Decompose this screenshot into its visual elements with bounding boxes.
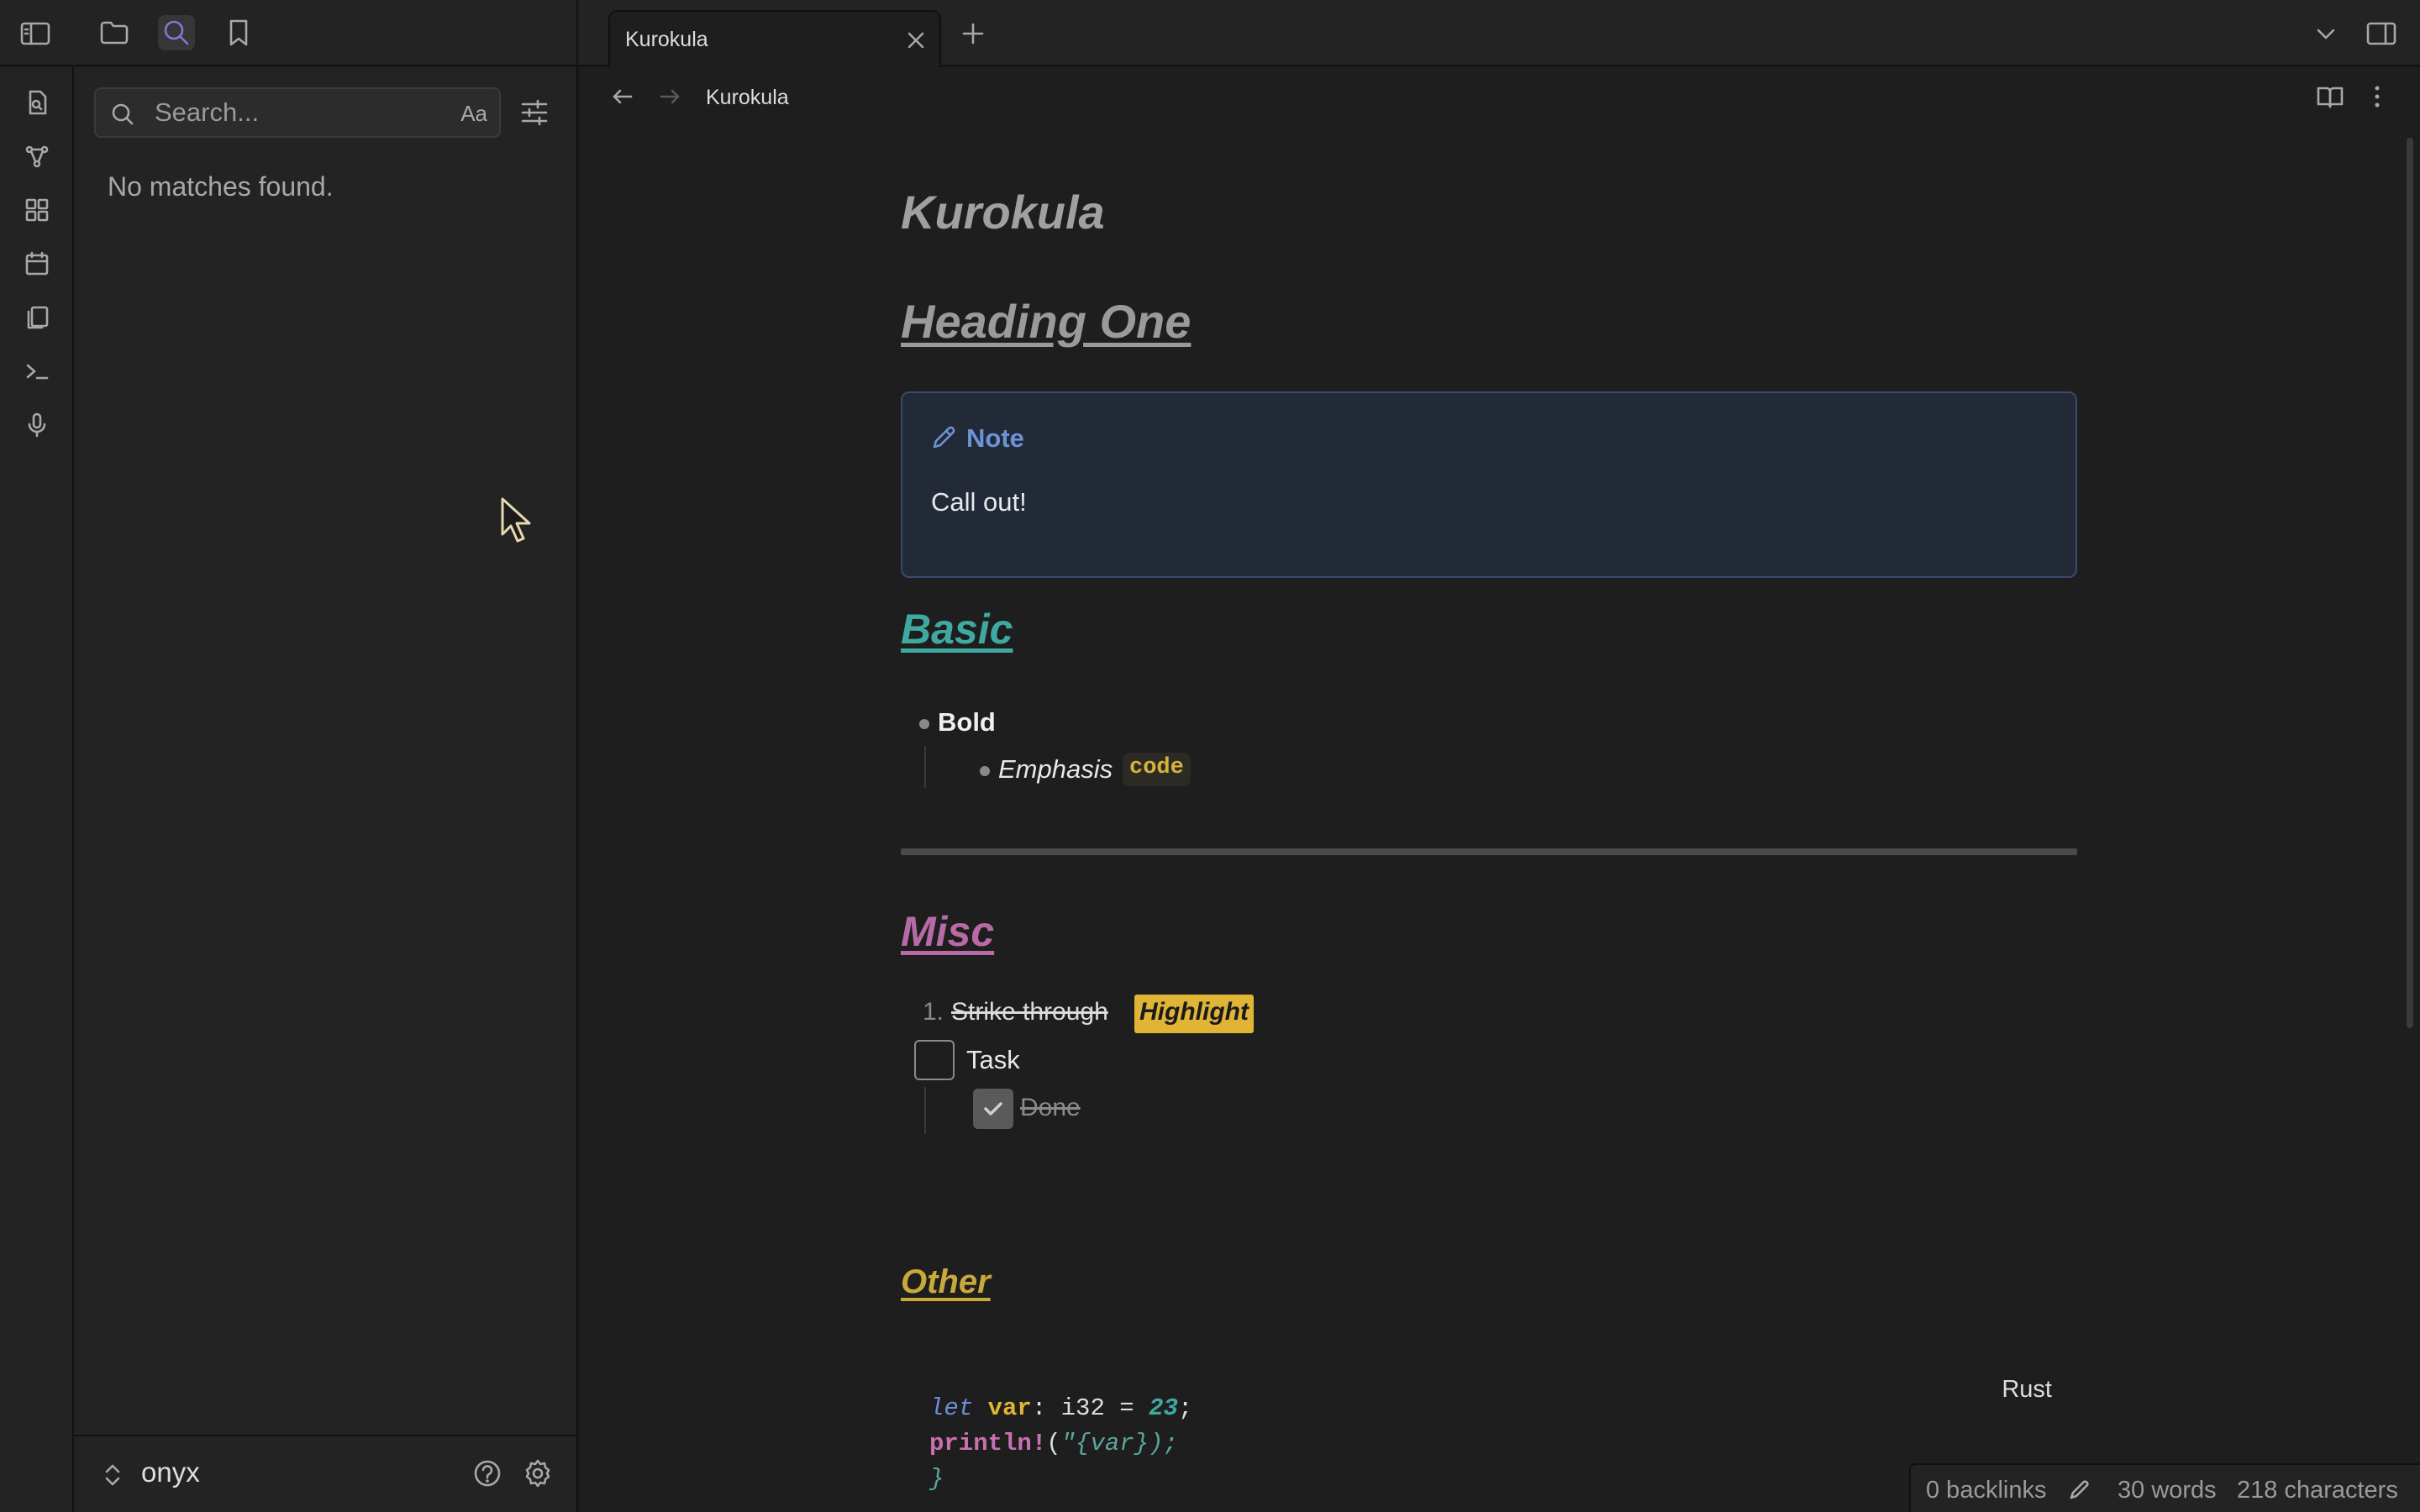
code-line-2: println!("{var}); xyxy=(929,1426,1192,1462)
highlight-text: Highlight xyxy=(1134,995,1254,1033)
sidebar-toggle-icon[interactable] xyxy=(18,18,52,49)
open-quick-switcher-icon[interactable] xyxy=(20,86,54,119)
calendar-icon[interactable] xyxy=(20,247,54,281)
no-matches-message: No matches found. xyxy=(108,171,334,202)
match-case-button[interactable]: Aa xyxy=(460,101,487,127)
search-icon[interactable] xyxy=(158,15,195,50)
tab-kurokula[interactable]: Kurokula xyxy=(608,10,941,67)
bullet-marker[interactable] xyxy=(919,719,929,729)
tab-title: Kurokula xyxy=(625,28,708,51)
vault-name[interactable]: onyx xyxy=(141,1457,200,1488)
backlinks-count[interactable]: 0 backlinks xyxy=(1926,1477,2046,1504)
code-semicolon: ; xyxy=(1177,1394,1193,1422)
code-block: Rust let var: i32 = 23; println!("{var});… xyxy=(901,1332,2077,1512)
callout-title: Note xyxy=(966,423,1024,453)
editor-pane: Kurokula Kurokula Heading One Note Call … xyxy=(580,67,2420,1512)
code-lines: let var: i32 = 23; println!("{var});} xyxy=(929,1391,1192,1497)
vault-bar: onyx xyxy=(74,1435,578,1512)
vault-switcher-icon[interactable] xyxy=(103,1462,123,1488)
horizontal-rule xyxy=(901,848,2077,855)
mouse-cursor-icon xyxy=(499,496,536,546)
code-brace: } xyxy=(929,1465,944,1493)
edit-pencil-icon[interactable] xyxy=(2067,1477,2092,1502)
search-icon xyxy=(109,101,136,128)
new-tab-icon[interactable] xyxy=(960,20,986,47)
indent-guide xyxy=(924,1087,926,1134)
code-keyword: let xyxy=(929,1394,974,1422)
search-input[interactable] xyxy=(155,96,440,129)
heading-basic: Basic xyxy=(901,606,1013,653)
chevron-down-icon[interactable] xyxy=(2312,20,2339,47)
character-count: 218 characters xyxy=(2237,1477,2398,1504)
gear-icon[interactable] xyxy=(523,1458,553,1488)
code-line-1: let var: i32 = 23; xyxy=(929,1391,1192,1426)
list-item-bold: Bold xyxy=(938,707,996,737)
scrollbar[interactable] xyxy=(2407,138,2413,1028)
code-number: 23 xyxy=(1149,1394,1178,1422)
terminal-icon[interactable] xyxy=(20,354,54,388)
breadcrumb[interactable]: Kurokula xyxy=(706,86,789,110)
forward-arrow-icon[interactable] xyxy=(657,84,682,109)
word-count: 30 words xyxy=(2118,1477,2217,1504)
code-variable: var xyxy=(987,1394,1032,1422)
pencil-icon xyxy=(929,423,958,452)
code-type: : i32 = xyxy=(1031,1394,1150,1422)
status-bar: 0 backlinks 30 words 218 characters xyxy=(1909,1463,2420,1512)
code-paren: ( xyxy=(1046,1430,1061,1457)
task-label: Task xyxy=(966,1045,1020,1074)
heading-misc: Misc xyxy=(901,908,995,955)
code-macro: println! xyxy=(929,1430,1047,1457)
reading-view-icon[interactable] xyxy=(2316,82,2344,111)
close-icon[interactable] xyxy=(904,29,928,52)
heading-other: Other xyxy=(901,1263,991,1300)
task-checkbox[interactable] xyxy=(914,1040,955,1080)
heading-one: Heading One xyxy=(901,295,1192,348)
help-icon[interactable] xyxy=(472,1458,502,1488)
indent-guide xyxy=(924,746,926,788)
checkmark-icon xyxy=(984,1102,1002,1116)
ribbon xyxy=(0,67,74,1512)
search-box: Aa xyxy=(94,87,501,138)
canvas-icon[interactable] xyxy=(20,193,54,227)
done-checkbox[interactable] xyxy=(973,1089,1013,1129)
callout-note: Note Call out! xyxy=(901,391,2077,578)
note-title[interactable]: Kurokula xyxy=(901,185,1105,239)
bullet-marker[interactable] xyxy=(980,766,990,776)
folder-icon[interactable] xyxy=(96,15,133,50)
ordered-list-number: 1. xyxy=(923,998,944,1026)
strikethrough-text: Strike through xyxy=(951,998,1108,1026)
done-label: Done xyxy=(1020,1094,1081,1121)
inline-code: code xyxy=(1123,753,1191,786)
callout-body: Call out! xyxy=(931,487,1027,517)
list-item-emphasis: Emphasis xyxy=(998,754,1113,784)
microphone-icon[interactable] xyxy=(20,408,54,442)
title-bar: Kurokula xyxy=(0,0,2420,67)
bookmark-icon[interactable] xyxy=(220,15,257,50)
search-settings-icon[interactable] xyxy=(514,92,555,133)
search-panel: Aa No matches found. onyx xyxy=(74,67,578,1512)
code-string: "{var}); xyxy=(1060,1430,1178,1457)
more-options-icon[interactable] xyxy=(2363,82,2391,111)
templates-icon[interactable] xyxy=(20,301,54,334)
back-arrow-icon[interactable] xyxy=(610,84,635,109)
graph-view-icon[interactable] xyxy=(20,139,54,173)
code-language-label: Rust xyxy=(2002,1376,2052,1403)
left-sidebar-header xyxy=(0,0,578,66)
code-line-3: } xyxy=(929,1462,1192,1497)
right-sidebar-toggle-icon[interactable] xyxy=(2365,18,2398,49)
